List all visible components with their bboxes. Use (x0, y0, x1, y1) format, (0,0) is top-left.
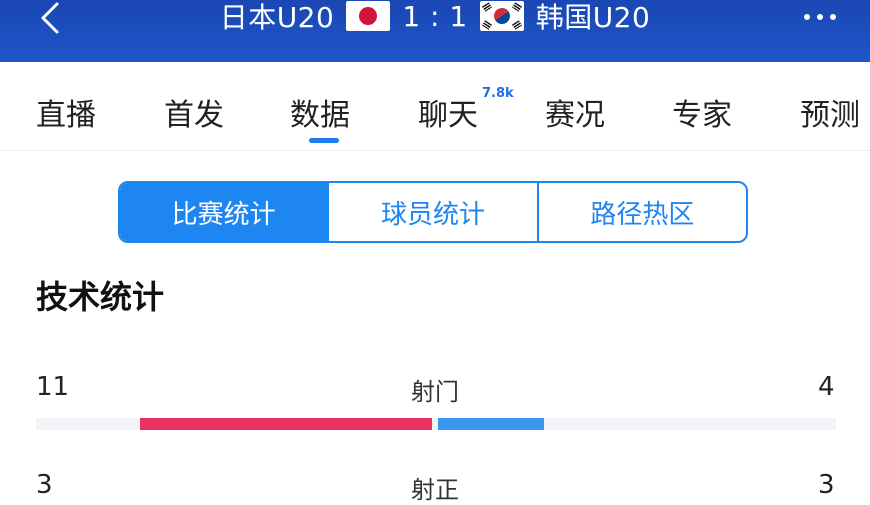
home-shots-value: 11 (36, 372, 70, 402)
segment-match-stats[interactable]: 比赛统计 (120, 183, 328, 241)
home-team-name: 日本U20 (219, 1, 335, 34)
tab-live[interactable]: 直播 (36, 90, 96, 134)
away-shots-bar (438, 418, 544, 430)
more-dots-icon (804, 14, 810, 20)
tab-label: 预测 (800, 98, 860, 133)
tab-label: 赛况 (545, 98, 605, 133)
segment-player-stats[interactable]: 球员统计 (327, 183, 536, 241)
home-shots-on-target-value: 3 (36, 470, 53, 500)
more-options-button[interactable] (804, 0, 836, 34)
away-shots-on-target-value: 3 (818, 470, 835, 500)
shots-label: 射门 (411, 378, 459, 406)
away-shots-value: 4 (818, 372, 835, 402)
match-score: 1 : 1 (402, 0, 468, 33)
tab-label: 聊天 (418, 98, 478, 133)
tab-chat[interactable]: 聊天 7.8k (418, 86, 514, 134)
japan-flag-icon (346, 1, 391, 31)
score-row: 日本U20 1 : 1 韩国U20 (0, 0, 870, 34)
tab-label: 专家 (672, 98, 732, 133)
tab-label: 直播 (36, 98, 96, 133)
home-shots-bar (140, 418, 432, 430)
tab-label: 数据 (290, 98, 350, 133)
tab-label: 首发 (164, 98, 224, 133)
tab-match-status[interactable]: 赛况 (545, 90, 605, 134)
shots-on-target-label: 射正 (411, 476, 459, 504)
tab-data[interactable]: 数据 (290, 90, 350, 134)
tab-lineup[interactable]: 首发 (164, 90, 224, 134)
chat-count-badge: 7.8k (482, 86, 514, 101)
stats-segment-control: 比赛统计 球员统计 路径热区 (118, 181, 748, 243)
tab-experts[interactable]: 专家 (672, 90, 732, 134)
match-tabs: 直播 首发 数据 聊天 7.8k 赛况 专家 预测 (0, 62, 870, 151)
korea-flag-icon (479, 1, 524, 31)
section-title: 技术统计 (36, 278, 165, 316)
active-tab-indicator (309, 138, 339, 143)
away-team-name: 韩国U20 (535, 1, 651, 34)
segment-heatmap[interactable]: 路径热区 (536, 183, 746, 241)
tab-prediction[interactable]: 预测 (800, 90, 860, 134)
match-header: 日本U20 1 : 1 韩国U20 (0, 0, 870, 62)
